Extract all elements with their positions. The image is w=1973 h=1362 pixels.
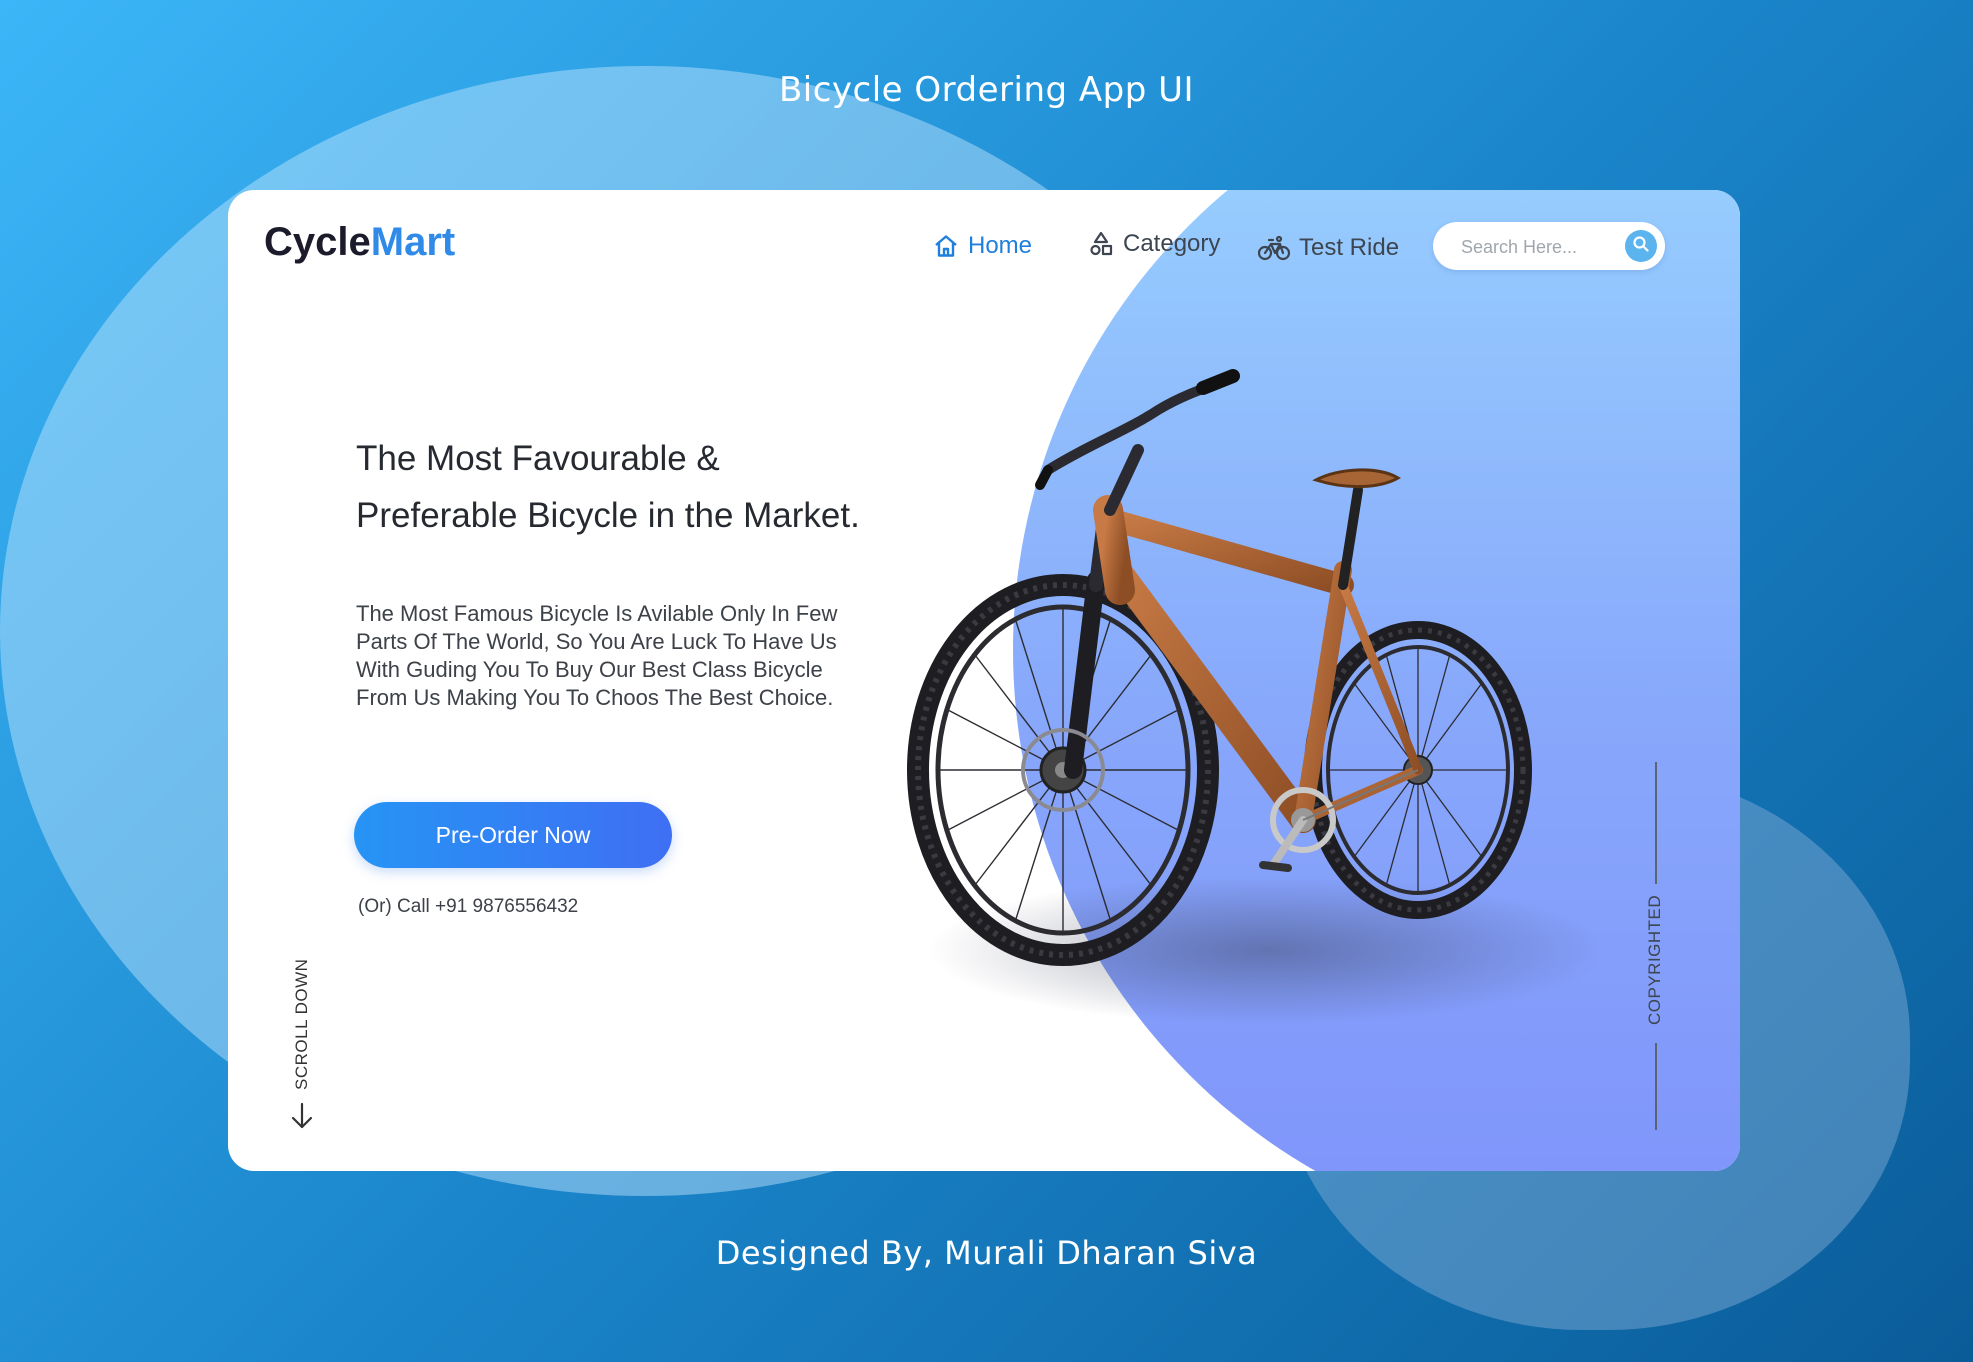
scroll-down-control[interactable]: SCROLL DOWN [280, 958, 324, 1160]
logo-text-mart: Mart [370, 220, 456, 264]
nav-test-ride-label: Test Ride [1299, 234, 1400, 261]
page-heading: Bicycle Ordering App UI [778, 70, 1195, 110]
hero-description: The Most Famous Bicycle Is Avilable Only… [356, 601, 838, 710]
nav-home[interactable]: Home [933, 232, 1032, 260]
bicycle-image [898, 350, 1608, 1070]
hero-headline-line1: The Most Favourable & [356, 439, 720, 478]
designer-credit: Designed By, Murali Dharan Siva [715, 1234, 1258, 1272]
search-button[interactable] [1625, 230, 1657, 262]
search-bar [1433, 222, 1665, 270]
nav-category-label: Category [1123, 230, 1221, 257]
logo-text-cycle: Cycle [264, 220, 371, 264]
copyright-divider-top [1655, 762, 1657, 884]
logo[interactable]: CycleMart [264, 220, 455, 265]
search-icon [1632, 235, 1650, 258]
hero-headline: The Most Favourable & Preferable Bicycle… [356, 430, 916, 544]
home-icon [933, 234, 959, 258]
copyright-divider-bottom [1655, 1043, 1657, 1130]
hero-headline-line2: Preferable Bicycle in the Market. [356, 496, 860, 535]
nav-home-label: Home [968, 232, 1033, 259]
call-text: (Or) Call +91 9876556432 [358, 896, 579, 917]
scroll-down-label: SCROLL DOWN [292, 958, 311, 1090]
copyright-label: COPYRIGHTED [1645, 894, 1664, 1025]
app-window: CycleMart Home Category Test Ride Search… [228, 190, 1740, 1171]
nav-category[interactable]: Category [1088, 230, 1220, 258]
arrow-down-icon [290, 1102, 314, 1135]
pre-order-button[interactable]: Pre-Order Now [354, 802, 672, 868]
category-icon [1088, 231, 1114, 257]
search-input[interactable] [1459, 232, 1613, 262]
nav-test-ride[interactable]: Test Ride [1258, 234, 1399, 262]
bicycle-icon [1258, 235, 1290, 261]
